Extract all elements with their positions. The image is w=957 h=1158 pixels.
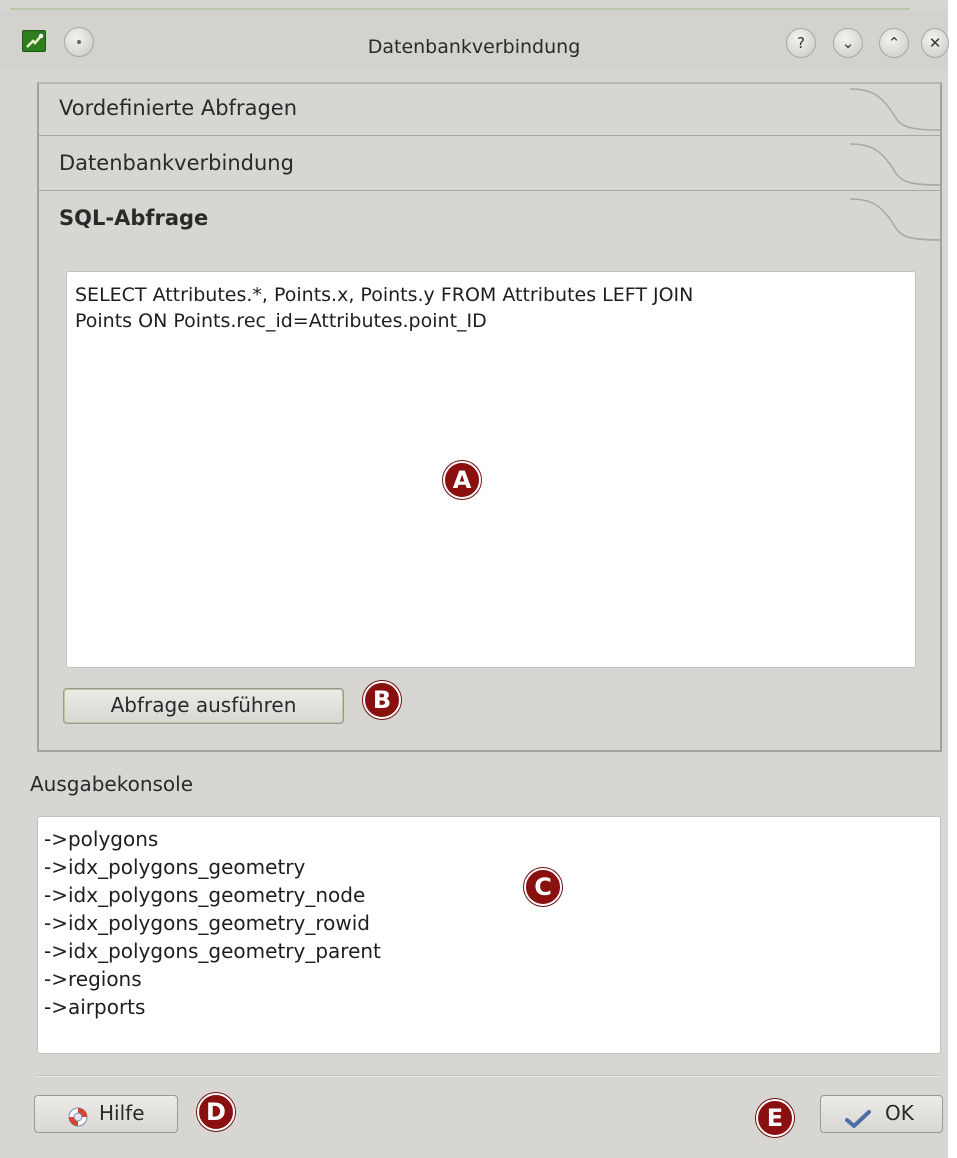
tab-curve [850,88,940,131]
console-line: ->polygons [44,827,159,851]
marker-e: E [756,1099,794,1137]
tab-sql-query[interactable]: SQL-Abfrage [39,194,940,246]
console-line: ->idx_polygons_geometry_node [44,883,366,907]
console-line: ->idx_polygons_geometry_rowid [44,911,370,935]
marker-d: D [197,1093,235,1131]
console-line: ->idx_polygons_geometry [44,855,306,879]
help-lifebuoy-icon [67,1104,89,1127]
sql-query-editor[interactable]: SELECT Attributes.*, Points.x, Points.y … [66,271,916,668]
query-line: Points ON Points.rec_id=Attributes.point… [75,310,487,332]
title-bar[interactable]: Datenbankverbindung ? ⌄ ⌃ ✕ [0,10,949,70]
dialog-window: Datenbankverbindung ? ⌄ ⌃ ✕ Vordefiniert… [0,0,957,1158]
tab-label: Vordefinierte Abfragen [59,96,298,120]
console-line: ->regions [44,967,142,991]
help-button[interactable]: Hilfe [34,1095,178,1133]
ok-button[interactable]: OK [820,1095,943,1133]
help-button-label: Hilfe [99,1101,145,1125]
tab-label: SQL-Abfrage [59,206,209,230]
output-console[interactable]: ->polygons ->idx_polygons_geometry ->idx… [37,816,941,1054]
query-line: SELECT Attributes.*, Points.x, Points.y … [75,284,694,306]
run-query-button[interactable]: Abfrage ausführen [63,688,344,724]
screen-edge [948,0,957,1158]
tab-database-connection[interactable]: Datenbankverbindung [39,139,940,191]
tab-predefined-queries[interactable]: Vordefinierte Abfragen [39,84,940,136]
marker-c: C [524,868,562,906]
minimize-button[interactable]: ⌄ [833,28,863,58]
query-toolbox: Vordefinierte Abfragen Datenbankverbindu… [37,82,942,752]
close-button[interactable]: ✕ [921,28,949,58]
console-line: ->idx_polygons_geometry_parent [44,939,381,963]
tab-curve [850,198,940,241]
marker-b: B [363,681,401,719]
maximize-button[interactable]: ⌃ [879,28,909,58]
help-title-button[interactable]: ? [786,28,816,58]
tab-label: Datenbankverbindung [59,151,294,175]
footer-separator [37,1075,941,1077]
tab-curve [850,143,940,186]
marker-a: A [443,461,481,499]
ok-button-label: OK [885,1101,914,1125]
console-label: Ausgabekonsole [30,772,194,796]
console-line: ->airports [44,995,146,1019]
checkmark-icon [845,1105,871,1140]
